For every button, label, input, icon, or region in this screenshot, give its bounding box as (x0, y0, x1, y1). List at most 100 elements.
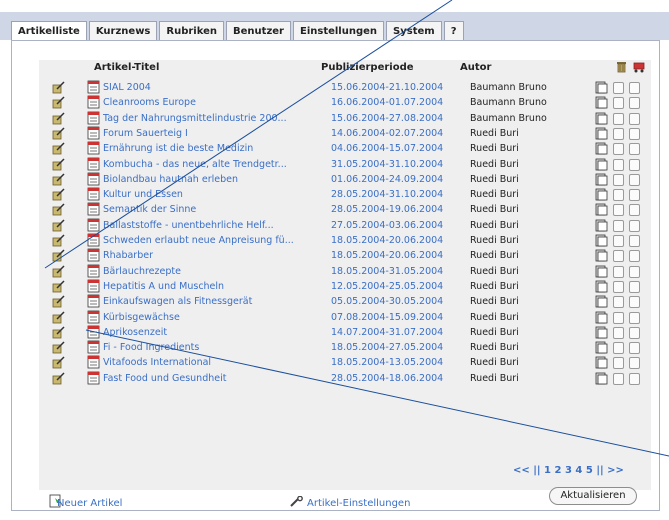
delete-checkbox[interactable] (613, 265, 624, 278)
delete-checkbox[interactable] (613, 280, 624, 293)
edit-icon[interactable] (52, 265, 65, 278)
sheets-icon[interactable] (595, 219, 608, 232)
sheets-icon[interactable] (595, 341, 608, 354)
document-icon[interactable] (87, 80, 100, 94)
document-icon[interactable] (87, 202, 100, 216)
edit-icon[interactable] (52, 219, 65, 232)
document-icon[interactable] (87, 126, 100, 140)
wagon-checkbox[interactable] (629, 357, 640, 370)
article-title-link[interactable]: Tag der Nahrungsmittelindustrie 200... (103, 113, 287, 124)
delete-checkbox[interactable] (613, 219, 624, 232)
edit-icon[interactable] (52, 112, 65, 125)
article-title-link[interactable]: Bärlauchrezepte (103, 266, 181, 277)
article-title-link[interactable]: Semantik der Sinne (103, 204, 196, 215)
update-button[interactable]: Aktualisieren (549, 487, 637, 505)
document-icon[interactable] (87, 218, 100, 232)
document-icon[interactable] (87, 294, 100, 308)
edit-icon[interactable] (52, 142, 65, 155)
edit-icon[interactable] (52, 356, 65, 369)
delete-checkbox[interactable] (613, 372, 624, 385)
article-title-link[interactable]: Kombucha - das neue, alte Trendgetr... (103, 159, 287, 170)
sheets-icon[interactable] (595, 203, 608, 216)
page-link-4[interactable]: 4 (575, 465, 582, 476)
edit-icon[interactable] (52, 280, 65, 293)
trash-icon[interactable] (616, 60, 627, 73)
edit-icon[interactable] (52, 203, 65, 216)
delete-checkbox[interactable] (613, 342, 624, 355)
article-title-link[interactable]: Biolandbau hautnah erleben (103, 174, 238, 185)
document-icon[interactable] (87, 310, 100, 324)
page-link-5[interactable]: 5 (586, 465, 593, 476)
sheets-icon[interactable] (595, 356, 608, 369)
delete-checkbox[interactable] (613, 189, 624, 202)
delete-checkbox[interactable] (613, 296, 624, 309)
article-title-link[interactable]: Ernährung ist die beste Medizin (103, 143, 253, 154)
document-icon[interactable] (87, 371, 100, 385)
sheets-icon[interactable] (595, 112, 608, 125)
document-icon[interactable] (87, 95, 100, 109)
delete-checkbox[interactable] (613, 235, 624, 247)
wagon-checkbox[interactable] (629, 143, 640, 156)
document-icon[interactable] (87, 111, 100, 125)
document-icon[interactable] (87, 355, 100, 369)
delete-checkbox[interactable] (613, 158, 624, 171)
article-title-link[interactable]: Vitafoods International (103, 357, 211, 368)
delete-checkbox[interactable] (613, 112, 624, 125)
article-settings-link[interactable]: Artikel-Einstellungen (307, 498, 410, 509)
edit-icon[interactable] (52, 188, 65, 201)
sheets-icon[interactable] (595, 173, 608, 186)
delete-checkbox[interactable] (613, 143, 624, 156)
edit-icon[interactable] (52, 127, 65, 140)
article-title-link[interactable]: Einkaufswagen als Fitnessgerät (103, 296, 252, 307)
sheets-icon[interactable] (595, 81, 608, 94)
tab-artikelliste[interactable]: Artikelliste (11, 21, 87, 42)
article-title-link[interactable]: Fast Food und Gesundheit (103, 373, 226, 384)
article-title-link[interactable]: Schweden erlaubt neue Anpreisung fü... (103, 235, 294, 246)
wagon-checkbox[interactable] (629, 112, 640, 125)
page-link-2[interactable]: 2 (555, 465, 562, 476)
sheets-icon[interactable] (595, 249, 608, 262)
tab-rubriken[interactable]: Rubriken (159, 21, 225, 42)
sheets-icon[interactable] (595, 96, 608, 109)
edit-icon[interactable] (52, 295, 65, 308)
wagon-checkbox[interactable] (629, 189, 640, 202)
article-title-link[interactable]: Hepatitis A und Muscheln (103, 281, 224, 292)
tab-system[interactable]: System (386, 21, 442, 42)
next-page-link[interactable]: >> (607, 465, 624, 476)
sheets-icon[interactable] (595, 158, 608, 171)
wagon-icon[interactable] (633, 61, 646, 73)
tab-einstellungen[interactable]: Einstellungen (292, 21, 385, 42)
delete-checkbox[interactable] (613, 82, 624, 94)
delete-checkbox[interactable] (613, 250, 624, 263)
article-title-link[interactable]: Kürbisgewächse (103, 312, 180, 323)
delete-checkbox[interactable] (613, 204, 624, 217)
sheets-icon[interactable] (595, 326, 608, 339)
sheets-icon[interactable] (595, 188, 608, 201)
wagon-checkbox[interactable] (629, 265, 640, 278)
wrench-icon[interactable] (289, 496, 304, 508)
sheets-icon[interactable] (595, 265, 608, 278)
article-title-link[interactable]: SIAL 2004 (103, 82, 151, 93)
sheets-icon[interactable] (595, 280, 608, 293)
sheets-icon[interactable] (595, 372, 608, 385)
wagon-checkbox[interactable] (629, 342, 640, 355)
article-title-link[interactable]: Cleanrooms Europe (103, 97, 196, 108)
article-title-link[interactable]: Fi - Food Ingredients (103, 342, 199, 353)
document-icon[interactable] (87, 248, 100, 262)
page-link-3[interactable]: 3 (565, 465, 572, 476)
edit-icon[interactable] (52, 96, 65, 109)
document-icon[interactable] (87, 141, 100, 155)
edit-icon[interactable] (52, 341, 65, 354)
document-icon[interactable] (87, 325, 100, 339)
tab-kurznews[interactable]: Kurznews (88, 21, 158, 42)
edit-icon[interactable] (52, 157, 65, 171)
edit-icon[interactable] (52, 234, 65, 247)
wagon-checkbox[interactable] (629, 326, 640, 339)
wagon-checkbox[interactable] (629, 173, 640, 186)
wagon-checkbox[interactable] (629, 219, 640, 232)
new-article-link[interactable]: Neuer Artikel (57, 498, 122, 509)
wagon-checkbox[interactable] (629, 235, 640, 247)
delete-checkbox[interactable] (613, 127, 624, 140)
wagon-checkbox[interactable] (629, 372, 640, 385)
document-icon[interactable] (87, 264, 100, 278)
